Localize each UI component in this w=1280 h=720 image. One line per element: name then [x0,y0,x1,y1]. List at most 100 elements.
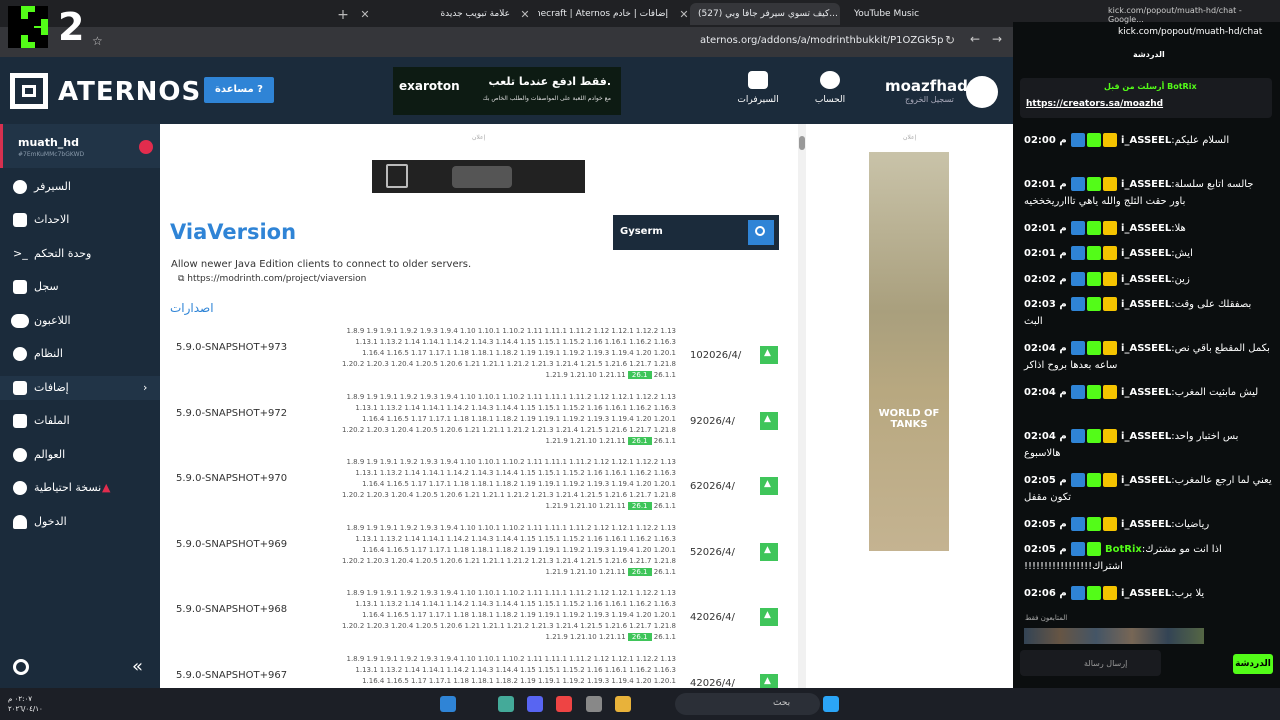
download-button[interactable] [760,411,778,430]
forward-icon[interactable]: → [992,32,1002,46]
sidebar-item-worlds[interactable]: العوالم [0,443,160,467]
chat-time: 02:05 م [1024,544,1067,555]
chat-username[interactable]: i_ASSEEL [1121,431,1171,442]
chat-send-button[interactable]: الدردشة [1233,654,1273,674]
ad-headline: فقط ادفع عندما تلعب. [488,75,611,88]
chat-text: ليش مابثيت المغرب [1174,387,1259,398]
chat-username[interactable]: i_ASSEEL [1121,135,1171,146]
store-icon[interactable] [586,696,602,712]
chat-time: 02:01 م [1024,223,1067,234]
taskbar-clock[interactable]: ٠٢:٠٧ م ٢٠٢٦/٠٤/١٠ [8,694,43,714]
folder-icon[interactable] [615,696,631,712]
chat-username[interactable]: i_ASSEEL [1121,274,1171,285]
chat-username[interactable]: i_ASSEEL [1121,343,1171,354]
search-button[interactable] [748,220,774,245]
world-of-tanks-ad[interactable] [869,152,949,551]
chat-time: 02:03 م [1024,299,1067,310]
search-icon [755,226,765,236]
server-box[interactable]: muath_hd #7EmKuMMc7bGKWD [0,124,160,168]
addon-link[interactable]: ⧉ https://modrinth.com/project/viaversio… [178,274,366,284]
sidebar-item-console[interactable]: >_ وحدة التحكم [0,242,160,266]
user-avatar[interactable] [966,76,998,108]
close-tab-icon[interactable]: ✕ [518,5,532,25]
address-bar[interactable]: ☆ aternos.org/addons/a/modrinthbukkit/P1… [0,27,1013,57]
download-button[interactable] [760,346,778,364]
close-tab-icon[interactable]: ✕ [677,5,691,25]
username[interactable]: moazfhad [885,77,968,95]
brand-name[interactable]: ATERNOS [58,77,201,107]
tank-ad-banner[interactable] [372,160,585,193]
ad-brand: exaroton [399,79,460,93]
subs-only-label: المتابعون فقط [1025,614,1068,622]
system-gear-icon [13,347,27,361]
aternos-logo-icon[interactable] [10,73,48,109]
chat-username[interactable]: i_ASSEEL [1121,475,1171,486]
back-icon[interactable]: ← [970,32,980,46]
close-tab-icon[interactable]: ✕ [358,5,372,25]
tab-youtube-video[interactable]: (527) كيف تسوي سيرفر جافا وبي... [690,3,840,25]
taskbar-search[interactable] [675,693,820,715]
puzzle-icon [13,381,27,395]
bookmark-star-icon[interactable]: ☆ [92,34,103,48]
sidebar-item-files[interactable]: الملفات [0,409,160,433]
chat-username[interactable]: BotRix [1105,544,1142,555]
download-button[interactable] [760,542,778,561]
nav-account[interactable]: الحساب [800,71,860,105]
search-input-value[interactable]: Gyserm [620,226,663,237]
sidebar-item-players[interactable]: اللاعبون [0,309,160,333]
sidebar-item-system[interactable]: النظام [0,342,160,366]
tab-new[interactable]: علامة تبويب جديدة [380,3,510,25]
download-button[interactable] [760,477,778,495]
download-button[interactable] [760,608,778,626]
sidebar-item-server[interactable]: السيرفر [0,175,160,199]
chat-username[interactable]: i_ASSEEL [1121,223,1171,234]
badge-icon [1086,177,1101,191]
sidebar-item-log[interactable]: سجل [0,275,160,299]
chat-username[interactable]: i_ASSEEL [1121,179,1171,190]
settings-gear-icon[interactable] [13,659,29,675]
globe-icon [13,448,27,462]
taskbar-search-label[interactable]: بحث [773,698,790,708]
chat-username[interactable]: i_ASSEEL [1121,299,1171,310]
badge-icon [1086,246,1101,260]
chat-username[interactable]: i_ASSEEL [1121,588,1171,599]
taskbar [0,688,1280,720]
new-tab-button[interactable]: + [336,5,350,25]
pinned-link[interactable]: https://creators.sa/moazhd [1026,99,1163,109]
scrollbar-thumb[interactable] [799,136,805,150]
chat-heading: الدردشة [1133,50,1165,59]
chat-username[interactable]: i_ASSEEL [1121,248,1171,259]
nav-servers[interactable]: السيرفرات [728,71,788,105]
crown-icon [1102,297,1117,311]
chat-time: 02:04 م [1024,431,1067,442]
url-text[interactable]: aternos.org/addons/a/modrinthbukkit/P1OZ… [700,35,944,46]
logout-link[interactable]: تسجيل الخروج [905,95,954,104]
help-button[interactable]: مساعدة ? [204,77,274,103]
sidebar-item-addons[interactable]: إضافات › [0,376,160,400]
sidebar-item-backups[interactable]: نسخة احتياطية ▲ [0,476,160,500]
minecraft-icon[interactable] [498,696,514,712]
sidebar-item-events[interactable]: الاحداث [0,208,160,232]
collapse-sidebar-icon[interactable]: « [132,656,143,677]
windows-start-icon[interactable] [823,696,839,712]
badge-icon [1070,133,1085,147]
steam-icon[interactable] [440,696,456,712]
tab-aternos-addons[interactable]: إضافات | خادم Minecraft | Aternos [538,3,668,25]
sidebar-item-access[interactable]: الدخول [0,510,160,534]
chat-username[interactable]: i_ASSEEL [1121,387,1171,398]
chat-username[interactable]: i_ASSEEL [1121,519,1171,530]
header-ad[interactable]: exaroton فقط ادفع عندما تلعب. مع خوادم ا… [393,67,621,115]
mc-versions: 1.8.9 1.9 1.9.1 1.9.2 1.9.3 1.9.4 1.10 1… [342,392,676,445]
scrollbar[interactable] [798,124,806,688]
mc-versions: 1.8.9 1.9 1.9.1 1.9.2 1.9.3 1.9.4 1.10 1… [342,523,676,576]
badge-icon [1070,385,1085,399]
emote-row[interactable] [1024,628,1204,644]
tab-youtube-music[interactable]: YouTube Music [846,3,996,25]
badge-icon [1086,586,1101,600]
chat-input-placeholder[interactable]: إرسال رسالة [1084,659,1127,668]
version-name: 5.9.0-SNAPSHOT+967 [176,669,288,681]
reload-icon[interactable]: ↻ [945,33,955,47]
discord-icon[interactable] [527,696,543,712]
chrome-icon[interactable] [556,696,572,712]
servers-icon [748,71,768,89]
